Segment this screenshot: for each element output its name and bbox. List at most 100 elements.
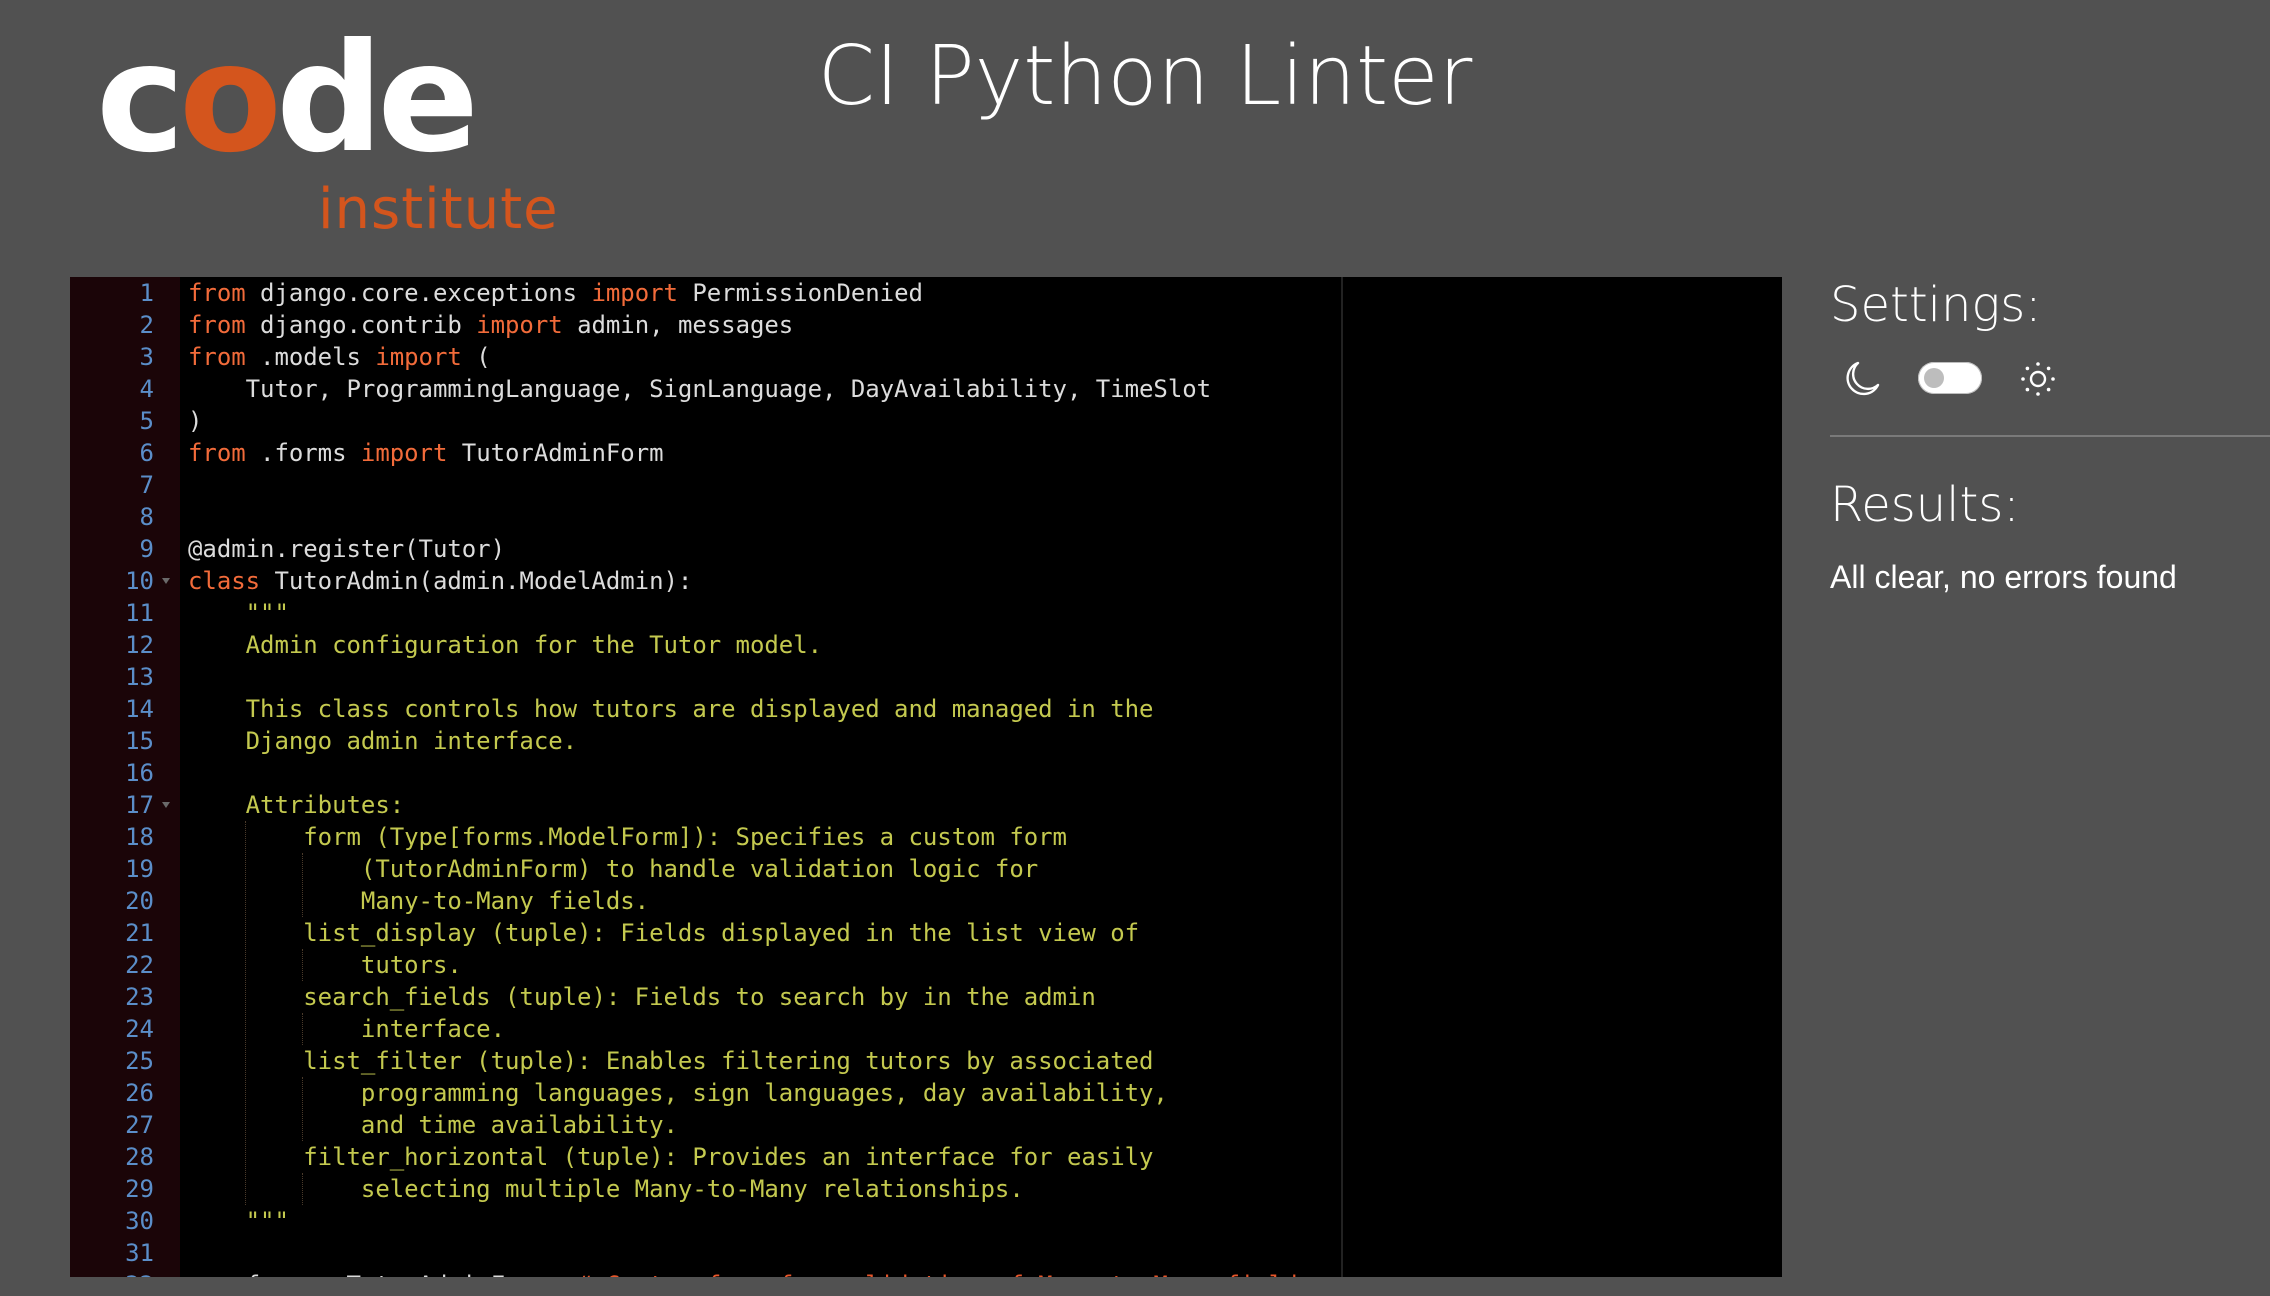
code-line[interactable]: 24 interface.	[70, 1013, 1782, 1045]
code-line[interactable]: 9 @admin.register(Tutor)	[70, 533, 1782, 565]
docstring-token: filter_horizontal (tuple): Provides an i…	[188, 1143, 1154, 1171]
line-number: 10	[125, 567, 154, 595]
theme-toggle-switch[interactable]	[1918, 362, 1982, 394]
code-line[interactable]: 29 selecting multiple Many-to-Many relat…	[70, 1173, 1782, 1205]
code-text: list_filter (tuple): Enables filtering t…	[188, 1045, 1153, 1077]
code-line[interactable]: 6 from .forms import TutorAdminForm	[70, 437, 1782, 469]
code-line[interactable]: 13	[70, 661, 1782, 693]
code-line[interactable]: 23 search_fields (tuple): Fields to sear…	[70, 981, 1782, 1013]
code-line[interactable]: 20 Many-to-Many fields.	[70, 885, 1782, 917]
results-message: All clear, no errors found	[1830, 559, 2177, 595]
line-number: 8	[139, 503, 154, 531]
code-line[interactable]: 4 Tutor, ProgrammingLanguage, SignLangua…	[70, 373, 1782, 405]
comment-token: # Custom form for validation of Many-to-…	[577, 1271, 1312, 1277]
docstring-token: and time availability.	[188, 1111, 678, 1139]
code-text: from django.core.exceptions import Permi…	[188, 277, 923, 309]
docstring-token: Attributes:	[188, 791, 405, 819]
keyword-token: import	[591, 279, 678, 307]
keyword-token: from	[188, 279, 246, 307]
docstring-token: tutors.	[188, 951, 462, 979]
theme-switcher	[1830, 359, 2090, 399]
line-number: 6	[139, 439, 154, 467]
keyword-token: from	[188, 311, 246, 339]
line-number: 1	[139, 279, 154, 307]
line-number: 7	[139, 471, 154, 499]
indent-guide	[302, 853, 303, 917]
code-text: This class controls how tutors are displ…	[188, 693, 1154, 725]
code-line[interactable]: 8	[70, 501, 1782, 533]
code-line[interactable]: 32 form = TutorAdminForm # Custom form f…	[70, 1269, 1782, 1277]
code-line[interactable]: 15 Django admin interface.	[70, 725, 1782, 757]
code-editor[interactable]: 1 from django.core.exceptions import Perm…	[70, 277, 1782, 1277]
code-line[interactable]: 22 tutors.	[70, 949, 1782, 981]
indent-guide	[245, 821, 246, 1205]
code-line[interactable]: 25 list_filter (tuple): Enables filterin…	[70, 1045, 1782, 1077]
keyword-token: class	[188, 567, 261, 595]
line-number: 18	[125, 823, 154, 851]
line-number: 31	[125, 1239, 154, 1267]
docstring-token: """	[188, 1207, 289, 1235]
text-token: django.contrib	[245, 311, 477, 339]
keyword-token: from	[188, 343, 246, 371]
code-line[interactable]: 10 class TutorAdmin(admin.ModelAdmin):	[70, 565, 1782, 597]
code-line[interactable]: 3 from .models import (	[70, 341, 1782, 373]
code-line[interactable]: 28 filter_horizontal (tuple): Provides a…	[70, 1141, 1782, 1173]
line-number: 9	[139, 535, 154, 563]
text-token: TutorAdminForm	[447, 439, 664, 467]
line-number: 13	[125, 663, 154, 691]
section-divider	[1830, 435, 2270, 437]
code-line[interactable]: 19 (TutorAdminForm) to handle validation…	[70, 853, 1782, 885]
docstring-token: search_fields (tuple): Fields to search …	[188, 983, 1096, 1011]
code-line[interactable]: 11 """	[70, 597, 1782, 629]
code-line[interactable]: 27 and time availability.	[70, 1109, 1782, 1141]
code-text: """	[188, 1205, 289, 1237]
line-number: 20	[125, 887, 154, 915]
line-number: 14	[125, 695, 154, 723]
code-line[interactable]: 31	[70, 1237, 1782, 1269]
code-text: and time availability.	[188, 1109, 678, 1141]
code-text: Admin configuration for the Tutor model.	[188, 629, 822, 661]
code-line[interactable]: 5)	[70, 405, 1782, 437]
line-number: 28	[125, 1143, 154, 1171]
code-text: Many-to-Many fields.	[188, 885, 649, 917]
code-text: from .forms import TutorAdminForm	[188, 437, 664, 469]
code-text: Tutor, ProgrammingLanguage, SignLanguage…	[188, 373, 1211, 405]
code-line[interactable]: 14 This class controls how tutors are di…	[70, 693, 1782, 725]
code-line[interactable]: 2 from django.contrib import admin, messa…	[70, 309, 1782, 341]
text-token: admin, messages	[562, 311, 794, 339]
indent-guide	[302, 1013, 303, 1045]
code-line[interactable]: 18 form (Type[forms.ModelForm]): Specifi…	[70, 821, 1782, 853]
code-line[interactable]: 17 Attributes:	[70, 789, 1782, 821]
text-token: .models	[245, 343, 376, 371]
keyword-token: import	[360, 439, 448, 467]
line-number: 4	[139, 375, 154, 403]
docstring-token: Admin configuration for the Tutor model.	[188, 631, 823, 659]
code-text: class TutorAdmin(admin.ModelAdmin):	[188, 565, 692, 597]
line-number: 24	[125, 1015, 154, 1043]
line-number: 12	[125, 631, 154, 659]
code-text: """	[188, 597, 289, 629]
code-line[interactable]: 26 programming languages, sign languages…	[70, 1077, 1782, 1109]
code-lines[interactable]: 1 from django.core.exceptions import Perm…	[70, 277, 1782, 1277]
code-text: programming languages, sign languages, d…	[188, 1077, 1168, 1109]
indent-guide	[302, 1173, 303, 1205]
line-number: 22	[125, 951, 154, 979]
code-line[interactable]: 30 """	[70, 1205, 1782, 1237]
keyword-token: import	[375, 343, 462, 371]
keyword-token: import	[476, 311, 563, 339]
text-token: @admin.register(Tutor)	[188, 535, 506, 563]
text-token: Tutor, ProgrammingLanguage, SignLanguage…	[188, 375, 1212, 403]
code-line[interactable]: 1 from django.core.exceptions import Perm…	[70, 277, 1782, 309]
fold-arrow-icon[interactable]	[162, 578, 170, 584]
code-line[interactable]: 21 list_display (tuple): Fields displaye…	[70, 917, 1782, 949]
code-line[interactable]: 16	[70, 757, 1782, 789]
code-text: search_fields (tuple): Fields to search …	[188, 981, 1096, 1013]
docstring-token: list_display (tuple): Fields displayed i…	[188, 919, 1140, 947]
code-line[interactable]: 12 Admin configuration for the Tutor mod…	[70, 629, 1782, 661]
docstring-token: programming languages, sign languages, d…	[188, 1079, 1168, 1107]
fold-arrow-icon[interactable]	[162, 802, 170, 808]
moon-icon	[1842, 359, 1882, 399]
code-line[interactable]: 7	[70, 469, 1782, 501]
code-text: filter_horizontal (tuple): Provides an i…	[188, 1141, 1153, 1173]
text-token: (	[461, 343, 491, 371]
